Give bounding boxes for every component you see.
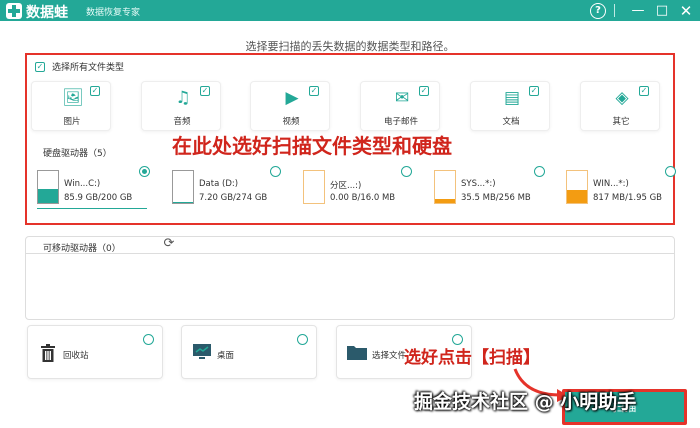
close-button[interactable]: ✕ — [678, 3, 694, 19]
drive-icon — [37, 170, 59, 204]
location-label: 桌面 — [217, 351, 235, 361]
file-type-document[interactable]: ▤ ✓ 文档 — [470, 81, 550, 131]
location-desktop[interactable]: 桌面 — [181, 325, 317, 379]
file-type-checkbox[interactable]: ✓ — [419, 86, 429, 96]
checkbox-icon[interactable]: ✓ — [35, 61, 45, 72]
titlebar-separator — [614, 4, 615, 17]
drive-name: SYS...*:) — [461, 179, 496, 189]
file-type-email[interactable]: ✉ ✓ 电子邮件 — [360, 81, 440, 131]
file-type-label: 电子邮件 — [383, 117, 418, 127]
trash-icon — [38, 344, 58, 364]
title-bar: 数据蛙 数据恢复专家 ? — □ ✕ — [0, 0, 700, 21]
drive-size: 35.5 MB/256 MB — [461, 193, 531, 203]
drive-name: Data (D:) — [199, 179, 239, 189]
drive-item[interactable]: WIN...*:) 817 MB/1.95 GB — [566, 165, 686, 207]
file-type-label: 其它 — [612, 117, 630, 127]
drive-item[interactable]: SYS...*:) 35.5 MB/256 MB — [434, 165, 554, 207]
selected-drive-underline — [37, 208, 147, 209]
drive-size: 817 MB/1.95 GB — [593, 193, 663, 203]
document-icon: ▤ — [503, 88, 521, 108]
other-icon: ◈ — [615, 88, 629, 108]
video-icon: ▶ — [285, 88, 299, 108]
drive-item[interactable]: Win...C:) 85.9 GB/200 GB — [37, 165, 157, 207]
desktop-icon — [192, 344, 212, 364]
drive-radio[interactable] — [139, 166, 150, 177]
email-icon: ✉ — [394, 88, 410, 108]
maximize-button[interactable]: □ — [654, 3, 670, 19]
drive-item[interactable]: Data (D:) 7.20 GB/274 GB — [172, 165, 292, 207]
file-type-image[interactable]: 🖼 ✓ 图片 — [31, 81, 111, 131]
location-radio[interactable] — [297, 334, 308, 345]
location-label: 选择文件 — [372, 351, 407, 361]
drive-radio[interactable] — [534, 166, 545, 177]
location-label: 回收站 — [63, 351, 89, 361]
drive-size: 7.20 GB/274 GB — [199, 193, 268, 203]
file-type-checkbox[interactable]: ✓ — [639, 86, 649, 96]
file-type-video[interactable]: ▶ ✓ 视频 — [250, 81, 330, 131]
location-recycle-bin[interactable]: 回收站 — [27, 325, 163, 379]
location-radio[interactable] — [143, 334, 154, 345]
app-subtitle: 数据恢复专家 — [86, 8, 141, 18]
folder-icon — [347, 344, 367, 364]
app-logo-icon — [6, 3, 22, 19]
file-type-label: 视频 — [282, 117, 300, 127]
file-type-label: 图片 — [63, 117, 81, 127]
file-type-checkbox[interactable]: ✓ — [200, 86, 210, 96]
drive-icon — [303, 170, 325, 204]
drive-name: Win...C:) — [64, 179, 101, 189]
removable-divider — [25, 253, 675, 254]
drive-size: 0.00 B/16.0 MB — [330, 193, 396, 203]
drive-radio[interactable] — [401, 166, 412, 177]
drive-radio[interactable] — [270, 166, 281, 177]
file-type-checkbox[interactable]: ✓ — [309, 86, 319, 96]
help-icon[interactable]: ? — [590, 3, 606, 19]
file-type-checkbox[interactable]: ✓ — [90, 86, 100, 96]
music-icon: ♫ — [175, 88, 191, 108]
file-type-audio[interactable]: ♫ ✓ 音频 — [141, 81, 221, 131]
file-type-label: 文档 — [502, 117, 520, 127]
file-type-label: 音频 — [173, 117, 191, 127]
drive-icon — [566, 170, 588, 204]
refresh-icon[interactable]: ⟳ — [162, 237, 176, 251]
select-all-label: 选择所有文件类型 — [52, 63, 125, 73]
drive-item[interactable]: 分区...:) 0.00 B/16.0 MB — [303, 165, 423, 207]
watermark-text: 掘金技术社区 @ 小明助手 — [414, 391, 637, 413]
annotation-text-top: 在此处选好扫描文件类型和硬盘 — [172, 134, 452, 158]
hard-disk-heading: 硬盘驱动器（5） — [43, 149, 112, 159]
app-name: 数据蛙 — [26, 5, 68, 21]
drive-size: 85.9 GB/200 GB — [64, 193, 133, 203]
image-icon: 🖼 — [62, 88, 84, 108]
file-type-other[interactable]: ◈ ✓ 其它 — [580, 81, 660, 131]
page-title: 选择要扫描的丢失数据的数据类型和路径。 — [245, 40, 455, 53]
drive-name: WIN...*:) — [593, 179, 629, 189]
drive-icon — [434, 170, 456, 204]
drive-name: 分区...:) — [330, 181, 362, 191]
select-all-checkbox[interactable]: ✓ 选择所有文件类型 — [35, 60, 124, 73]
file-type-checkbox[interactable]: ✓ — [529, 86, 539, 96]
minimize-button[interactable]: — — [630, 3, 646, 19]
drive-icon — [172, 170, 194, 204]
drive-radio[interactable] — [665, 166, 676, 177]
removable-drive-panel — [25, 236, 675, 320]
